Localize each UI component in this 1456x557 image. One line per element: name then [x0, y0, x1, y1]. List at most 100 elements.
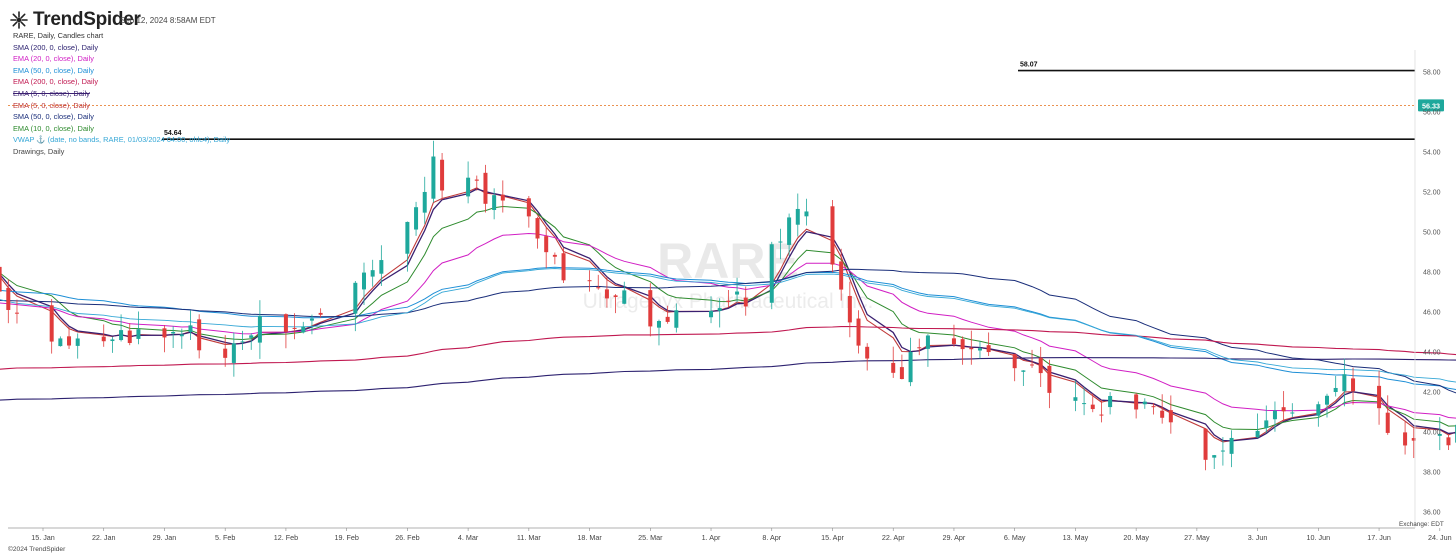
candle-body[interactable] — [622, 290, 627, 304]
candle-body[interactable] — [847, 295, 852, 323]
candle-body[interactable] — [14, 312, 19, 314]
legend-item[interactable]: EMA (200, 0, close), Daily — [13, 76, 230, 88]
candle-body[interactable] — [917, 347, 922, 349]
candle-body[interactable] — [925, 335, 930, 349]
candle-body[interactable] — [804, 211, 809, 217]
candle-body[interactable] — [709, 311, 714, 318]
candle-body[interactable] — [318, 312, 323, 315]
candle-body[interactable] — [778, 241, 783, 243]
candle-body[interactable] — [604, 289, 609, 299]
candle-body[interactable] — [422, 191, 427, 213]
candle-body[interactable] — [75, 338, 80, 346]
candle-body[interactable] — [743, 297, 748, 307]
legend-item[interactable]: Drawings, Daily — [13, 146, 230, 158]
candle-body[interactable] — [891, 362, 896, 373]
candle-body[interactable] — [596, 287, 601, 289]
candle-body[interactable] — [1377, 385, 1382, 409]
candle-body[interactable] — [370, 270, 375, 277]
candle-body[interactable] — [466, 177, 471, 197]
candle-body[interactable] — [500, 194, 505, 201]
candle-body[interactable] — [492, 195, 497, 211]
candle-body[interactable] — [561, 253, 566, 281]
legend-item[interactable]: EMA (5, 0, close), Daily — [13, 100, 230, 112]
candle-body[interactable] — [587, 280, 592, 282]
candle-body[interactable] — [101, 336, 106, 342]
candle-body[interactable] — [6, 287, 11, 310]
candle-body[interactable] — [1220, 450, 1225, 452]
candle-body[interactable] — [240, 341, 245, 343]
candle-body[interactable] — [1203, 428, 1208, 460]
candle-body[interactable] — [1160, 410, 1165, 418]
candle-body[interactable] — [414, 207, 419, 230]
candle-body[interactable] — [1272, 410, 1277, 420]
candle-body[interactable] — [1333, 387, 1338, 392]
candle-body[interactable] — [0, 266, 2, 292]
candle-body[interactable] — [188, 325, 193, 332]
legend-item[interactable]: EMA (50, 0, close), Daily — [13, 65, 230, 77]
candle-body[interactable] — [1047, 365, 1052, 393]
candle-body[interactable] — [362, 272, 367, 290]
candle-body[interactable] — [353, 282, 358, 314]
candle-body[interactable] — [483, 172, 488, 204]
candle-body[interactable] — [795, 208, 800, 225]
candle-body[interactable] — [127, 330, 132, 344]
legend-item[interactable]: SMA (50, 0, close), Daily — [13, 111, 230, 123]
legend-item[interactable]: EMA (5, 0, close), Daily — [13, 88, 230, 100]
candle-body[interactable] — [283, 314, 288, 332]
candle-body[interactable] — [197, 319, 202, 351]
candle-body[interactable] — [1281, 407, 1286, 412]
candle-body[interactable] — [249, 335, 254, 338]
candle-body[interactable] — [535, 218, 540, 239]
candle-body[interactable] — [162, 328, 167, 338]
candle-body[interactable] — [1264, 420, 1269, 428]
legend-item[interactable]: EMA (10, 0, close), Daily — [13, 123, 230, 135]
candle-body[interactable] — [526, 198, 531, 217]
candle-body[interactable] — [223, 348, 228, 358]
candle-body[interactable] — [1134, 394, 1139, 410]
candle-body[interactable] — [1142, 401, 1147, 405]
candle-body[interactable] — [839, 261, 844, 290]
candle-body[interactable] — [49, 305, 54, 342]
candle-body[interactable] — [726, 300, 731, 303]
candle-body[interactable] — [1446, 437, 1451, 446]
candle-body[interactable] — [58, 338, 63, 347]
candle-body[interactable] — [908, 351, 913, 383]
candle-body[interactable] — [986, 345, 991, 353]
candle-body[interactable] — [1316, 404, 1321, 416]
candle-body[interactable] — [1325, 395, 1330, 405]
candle-body[interactable] — [1090, 404, 1095, 410]
candle-body[interactable] — [1255, 430, 1260, 438]
candle-body[interactable] — [865, 346, 870, 359]
candle-body[interactable] — [1212, 455, 1217, 458]
candle-body[interactable] — [1108, 395, 1113, 408]
candle-body[interactable] — [1385, 412, 1390, 433]
candle-body[interactable] — [665, 316, 670, 322]
legend-item[interactable]: VWAP ⚓ (date, no bands, RARE, 01/03/2024… — [13, 134, 230, 146]
candle-body[interactable] — [1099, 414, 1104, 416]
candle-body[interactable] — [613, 295, 618, 297]
candle-body[interactable] — [1151, 406, 1156, 408]
legend-item[interactable]: SMA (200, 0, close), Daily — [13, 42, 230, 54]
candle-body[interactable] — [951, 338, 956, 345]
candle-body[interactable] — [960, 339, 965, 350]
candle-body[interactable] — [899, 367, 904, 380]
candle-body[interactable] — [648, 290, 653, 327]
candle-body[interactable] — [552, 254, 557, 257]
candle-body[interactable] — [474, 179, 479, 181]
candle-body[interactable] — [1082, 403, 1087, 405]
candle-body[interactable] — [787, 217, 792, 245]
candle-body[interactable] — [544, 236, 549, 253]
candle-body[interactable] — [1351, 378, 1356, 392]
candle-body[interactable] — [656, 320, 661, 328]
candle-body[interactable] — [735, 291, 740, 295]
candle-body[interactable] — [179, 334, 184, 337]
candle-body[interactable] — [119, 330, 124, 341]
candle-body[interactable] — [1168, 410, 1173, 423]
legend-item[interactable]: EMA (20, 0, close), Daily — [13, 53, 230, 65]
candle-body[interactable] — [257, 316, 262, 343]
candle-body[interactable] — [405, 221, 410, 254]
candle-body[interactable] — [1038, 357, 1043, 374]
candle-body[interactable] — [977, 348, 982, 351]
candle-body[interactable] — [231, 343, 236, 363]
candle-body[interactable] — [67, 336, 72, 346]
